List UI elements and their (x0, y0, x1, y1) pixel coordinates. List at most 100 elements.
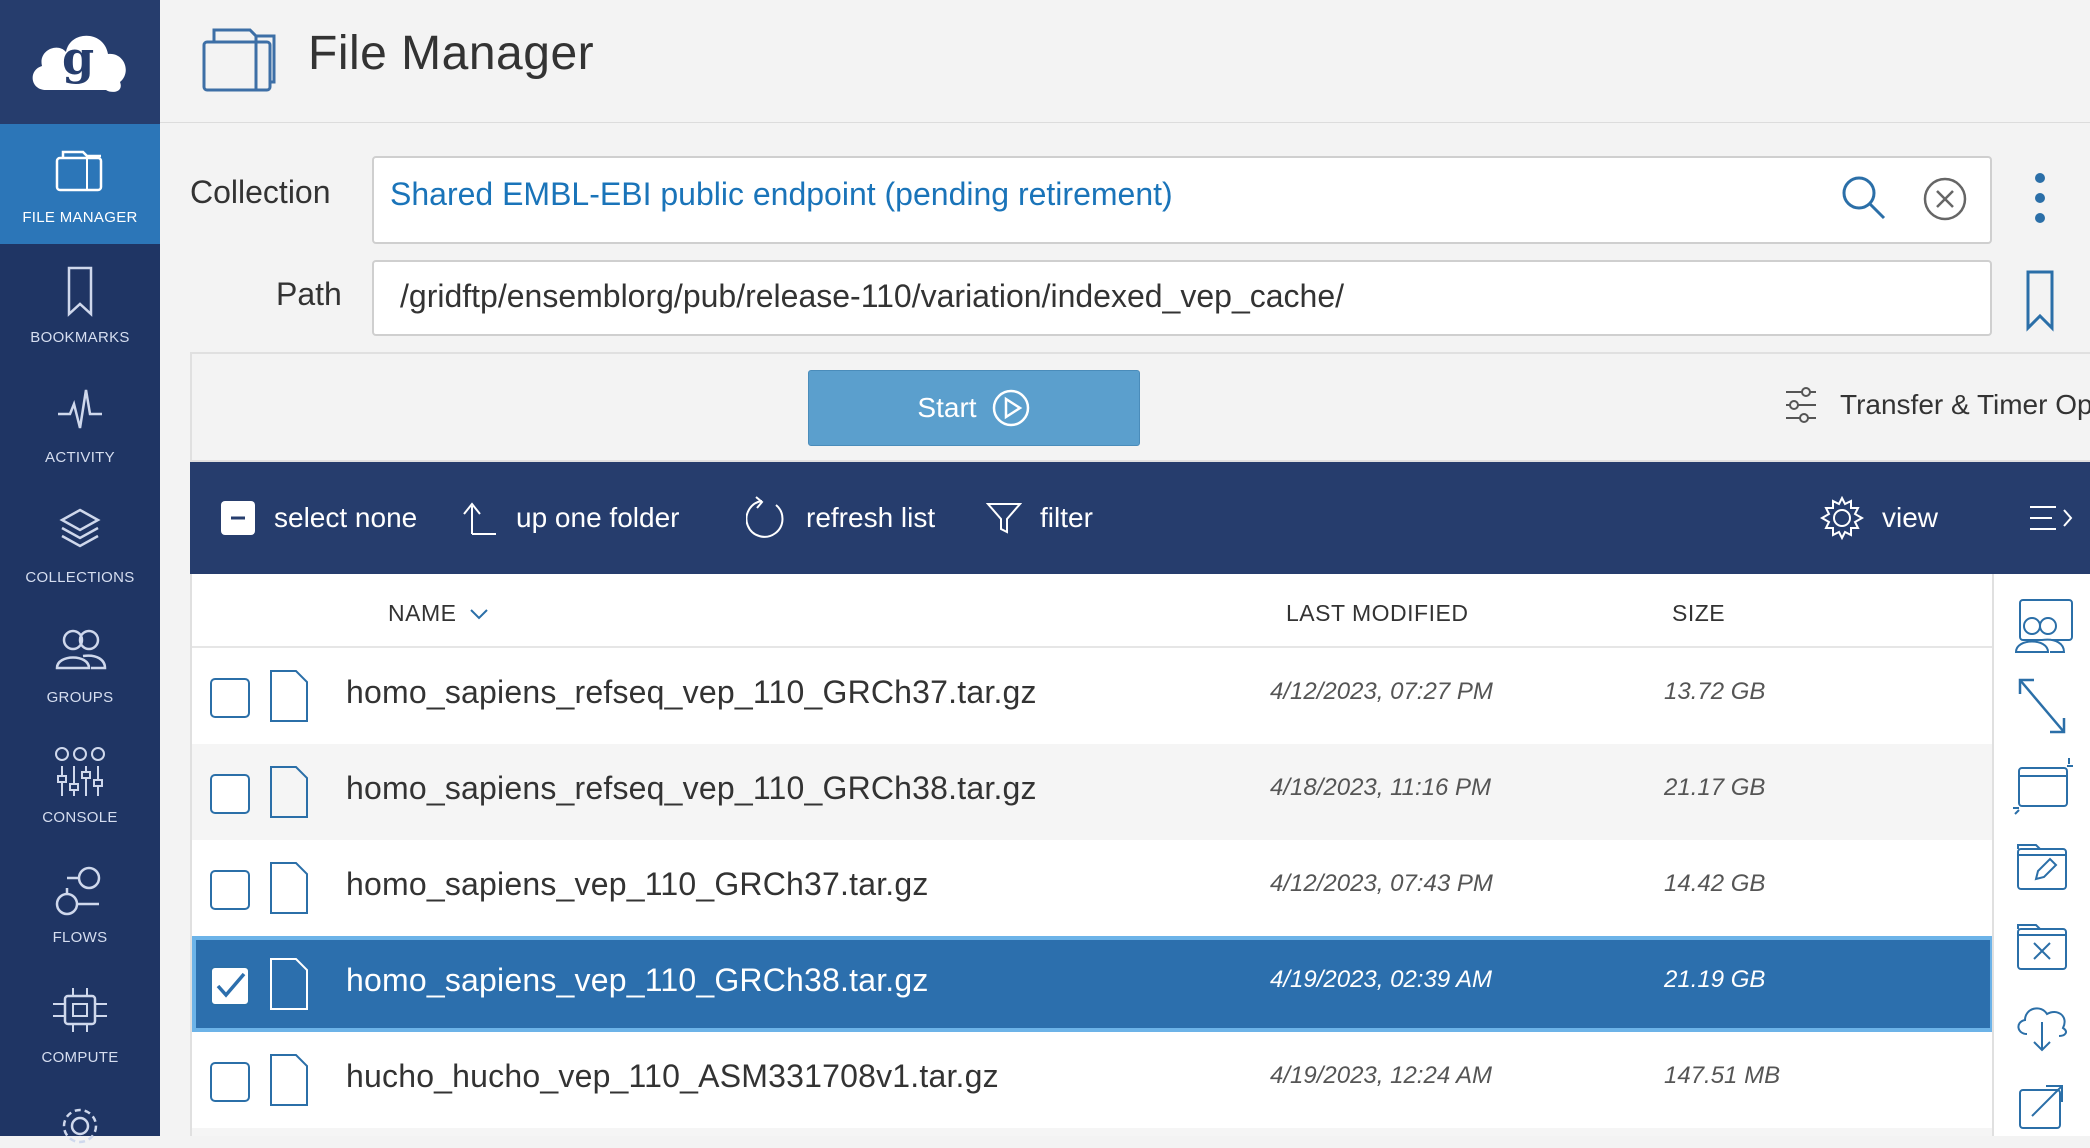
file-modified: 4/19/2023, 12:24 AM (1270, 1062, 1492, 1089)
column-header-name[interactable]: NAME (388, 600, 489, 627)
sidebar-item-label: FILE MANAGER (22, 209, 138, 226)
file-name: hucho_hucho_vep_110_ASM331708v1.tar.gz (346, 1058, 999, 1094)
activity-icon (58, 389, 102, 429)
file-icon (270, 1054, 308, 1106)
select-none-button[interactable]: select none (220, 462, 417, 574)
sidebar-item-activity[interactable]: ACTIVITY (0, 364, 160, 484)
open-external-button[interactable] (2006, 1072, 2078, 1140)
column-header-modified[interactable]: LAST MODIFIED (1286, 600, 1468, 627)
up-arrow-icon (463, 502, 496, 535)
page-header: File Manager (160, 0, 2090, 123)
sidebar-item-label: FLOWS (52, 929, 108, 946)
page-title: File Manager (308, 27, 595, 80)
groups-icon (55, 629, 107, 670)
transfer-timer-options[interactable]: Transfer & Timer Op (1784, 386, 2090, 424)
file-name: homo_sapiens_vep_110_GRCh38.tar.gz (346, 962, 929, 998)
globus-logo-icon: g (32, 31, 126, 92)
globus-logo[interactable]: g (0, 0, 160, 124)
row-checkbox-checked[interactable] (210, 966, 250, 1006)
sidebar-item-label: CONSOLE (42, 809, 118, 826)
bookmark-icon[interactable] (2024, 270, 2056, 332)
refresh-icon (746, 496, 784, 538)
row-checkbox[interactable] (210, 1062, 250, 1102)
file-icon (270, 862, 308, 914)
action-rail (1992, 574, 2090, 1136)
open-external-icon (2019, 1085, 2063, 1129)
checkmark-icon (216, 972, 246, 998)
transfer-options-label: Transfer & Timer Op (1840, 389, 2090, 420)
table-row[interactable]: homo_sapiens_refseq_vep_110_GRCh38.tar.g… (192, 744, 1994, 840)
refresh-list-label: refresh list (806, 502, 936, 533)
file-name: homo_sapiens_vep_110_GRCh37.tar.gz (346, 866, 929, 902)
collection-value[interactable]: Shared EMBL-EBI public endpoint (pending… (390, 176, 1173, 213)
sidebar-item-groups[interactable]: GROUPS (0, 604, 160, 724)
gear-icon (1820, 496, 1864, 540)
refresh-list-button[interactable]: refresh list (746, 462, 935, 574)
collection-label: Collection (190, 174, 331, 210)
path-value[interactable]: /gridftp/ensemblorg/pub/release-110/vari… (400, 278, 1344, 315)
sidebar-item-label: COMPUTE (41, 1049, 119, 1066)
file-name: homo_sapiens_refseq_vep_110_GRCh37.tar.g… (346, 674, 1037, 710)
play-icon (992, 389, 1029, 427)
up-one-folder-button[interactable]: up one folder (462, 462, 679, 574)
table-header: NAME LAST MODIFIED SIZE (192, 574, 1994, 648)
start-label: Start (917, 392, 977, 423)
delete-button[interactable] (2006, 912, 2078, 980)
file-size: 14.42 GB (1664, 870, 1766, 897)
more-options-icon[interactable] (2030, 170, 2050, 226)
column-header-size[interactable]: SIZE (1672, 600, 1725, 627)
new-folder-button[interactable] (2006, 752, 2078, 820)
file-modified: 4/12/2023, 07:27 PM (1270, 678, 1493, 705)
rename-folder-icon (2017, 844, 2067, 890)
row-checkbox[interactable] (210, 678, 250, 718)
file-size: 147.51 MB (1664, 1062, 1781, 1089)
clear-icon[interactable] (1922, 176, 1968, 222)
file-modified: 4/12/2023, 07:43 PM (1270, 870, 1493, 897)
file-modified: 4/18/2023, 11:16 PM (1270, 774, 1492, 801)
table-row[interactable]: homo_sapiens_refseq_vep_110_GRCh37.tar.g… (192, 648, 1994, 744)
view-label: view (1882, 502, 1939, 533)
row-checkbox[interactable] (210, 774, 250, 814)
file-manager-icon (55, 150, 103, 192)
flows-icon (55, 866, 101, 916)
file-list: NAME LAST MODIFIED SIZE homo_sapiens_ref… (190, 574, 1994, 1136)
file-icon (270, 766, 308, 818)
sidebar-item-label: BOOKMARKS (30, 329, 130, 346)
file-icon (270, 958, 308, 1010)
panel-toggle-button[interactable] (2028, 462, 2074, 574)
compute-icon (53, 988, 107, 1032)
path-label: Path (276, 276, 342, 312)
sidebar-item-console[interactable]: CONSOLE (0, 724, 160, 844)
sidebar-item-settings[interactable] (0, 1084, 160, 1144)
menu-collapse-icon (2030, 506, 2073, 530)
console-icon (55, 747, 105, 796)
sidebar-item-label: COLLECTIONS (25, 569, 135, 586)
view-button[interactable]: view (1820, 462, 1938, 574)
share-users-icon (2014, 599, 2073, 653)
filter-icon (986, 503, 1022, 534)
download-button[interactable] (2006, 992, 2078, 1060)
column-header-name-label: NAME (388, 600, 457, 626)
filter-button[interactable]: filter (986, 462, 1093, 574)
sidebar-item-flows[interactable]: FLOWS (0, 844, 160, 964)
file-size: 21.19 GB (1664, 966, 1766, 993)
table-row-selected[interactable]: homo_sapiens_vep_110_GRCh38.tar.gz 4/19/… (192, 936, 1994, 1032)
start-button[interactable]: Start (808, 370, 1140, 446)
filter-label: filter (1040, 502, 1093, 533)
share-button[interactable] (2006, 592, 2078, 660)
file-size: 13.72 GB (1664, 678, 1766, 705)
table-row[interactable] (192, 1128, 1994, 1136)
table-row[interactable]: hucho_hucho_vep_110_ASM331708v1.tar.gz 4… (192, 1032, 1994, 1128)
sidebar-item-bookmarks[interactable]: BOOKMARKS (0, 244, 160, 364)
table-row[interactable]: homo_sapiens_vep_110_GRCh37.tar.gz 4/12/… (192, 840, 1994, 936)
transfer-button[interactable] (2006, 672, 2078, 740)
rename-button[interactable] (2006, 832, 2078, 900)
sidebar-item-compute[interactable]: COMPUTE (0, 964, 160, 1084)
transfer-arrows-icon (2018, 678, 2066, 734)
sidebar-item-label: GROUPS (46, 689, 114, 706)
sidebar-item-file-manager[interactable]: FILE MANAGER (0, 124, 160, 244)
delete-folder-icon (2017, 924, 2067, 970)
search-icon[interactable] (1840, 174, 1888, 222)
sidebar-item-collections[interactable]: COLLECTIONS (0, 484, 160, 604)
row-checkbox[interactable] (210, 870, 250, 910)
